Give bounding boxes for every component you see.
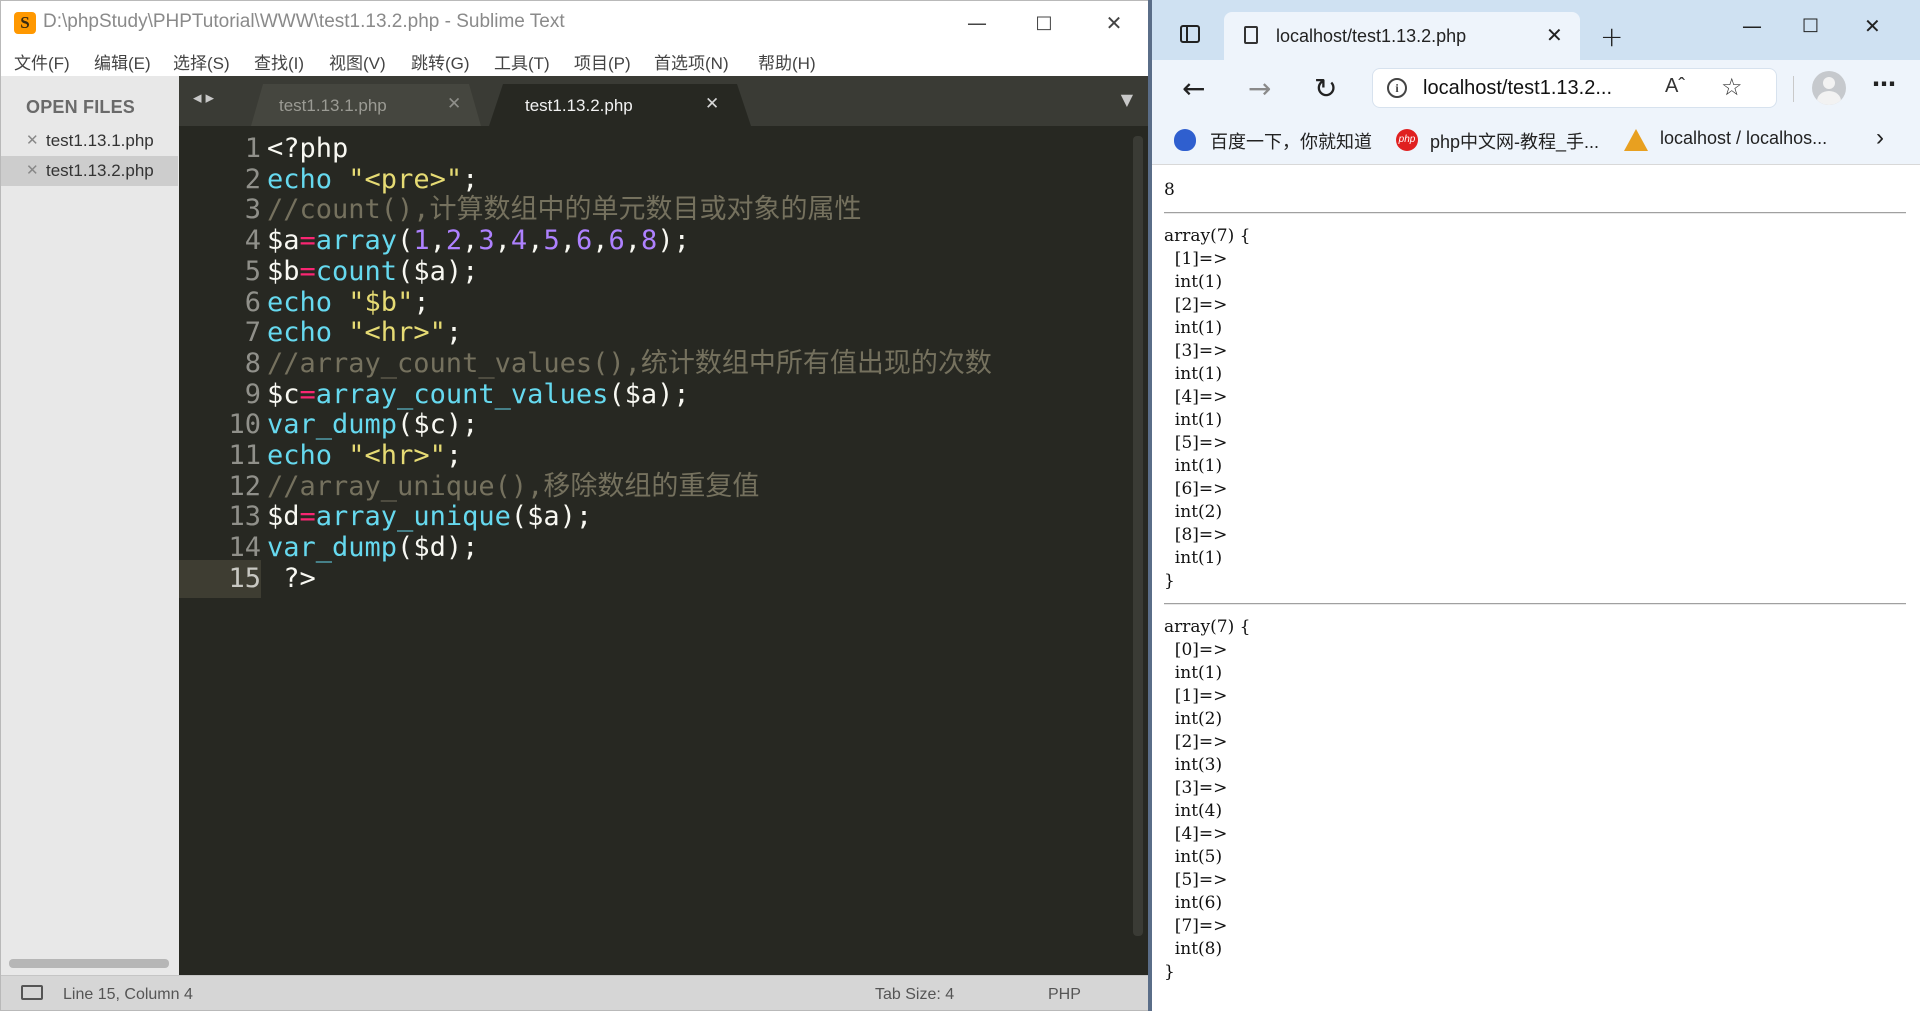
close-file-icon[interactable]: ✕ (26, 131, 39, 149)
profile-avatar[interactable] (1812, 71, 1846, 105)
menu-edit[interactable]: 编辑(E) (94, 49, 151, 74)
tab-actions-icon[interactable] (1180, 25, 1200, 43)
close-tab-icon[interactable]: ✕ (1546, 23, 1563, 47)
browser-tab-title: localhost/test1.13.2.php (1276, 26, 1467, 46)
browser-minimize-button[interactable]: — (1742, 14, 1762, 38)
url-text[interactable]: localhost/test1.13.2... (1423, 77, 1612, 100)
browser-close-button[interactable]: ✕ (1864, 14, 1881, 38)
menu-view[interactable]: 视图(V) (329, 49, 386, 74)
bookmark-php-cn[interactable]: php中文网-教程_手... (1430, 128, 1599, 154)
browser-tab[interactable]: localhost/test1.13.2.php ✕ (1224, 12, 1580, 60)
browser-tab-strip: localhost/test1.13.2.php ✕ + — □ ✕ (1152, 0, 1920, 60)
editor-pane: ◂▸ test1.13.1.php ✕ test1.13.2.php ✕ ▼ 1… (179, 76, 1150, 975)
sidebar-scrollbar[interactable] (9, 959, 169, 968)
more-menu-icon[interactable]: ⋯ (1872, 70, 1896, 98)
window-title: D:\phpStudy\PHPTutorial\WWW\test1.13.2.p… (43, 11, 565, 32)
browser-window: localhost/test1.13.2.php ✕ + — □ ✕ ← → ↻… (1152, 0, 1920, 1011)
tab-test1-13-1[interactable]: test1.13.1.php ✕ (251, 84, 481, 126)
open-files-heading: OPEN FILES (26, 97, 136, 117)
syntax-mode[interactable]: PHP (1048, 986, 1081, 1004)
minimize-button[interactable]: — (954, 7, 1000, 39)
php-cn-icon: php (1396, 129, 1418, 151)
tab-label: test1.13.1.php (279, 96, 387, 115)
menu-preferences[interactable]: 首选项(N) (654, 49, 729, 74)
var-dump-d: array(7) { [0]=> int(1) [1]=> int(2) [2]… (1164, 617, 1251, 982)
site-info-icon[interactable]: i (1387, 78, 1407, 98)
refresh-icon[interactable]: ↻ (1314, 72, 1337, 105)
tab-test1-13-2[interactable]: test1.13.2.php ✕ (489, 84, 751, 126)
menu-find[interactable]: 查找(I) (254, 49, 304, 74)
close-file-icon[interactable]: ✕ (26, 161, 39, 179)
baidu-icon (1174, 129, 1196, 151)
address-bar[interactable]: i localhost/test1.13.2... Aˆ ☆ (1372, 68, 1777, 108)
back-icon[interactable]: ← (1182, 72, 1205, 105)
menu-file[interactable]: 文件(F) (14, 49, 70, 74)
status-bar: Line 15, Column 4 Tab Size: 4 PHP (1, 975, 1150, 1010)
file-name: test1.13.2.php (46, 161, 154, 180)
editor-scrollbar[interactable] (1133, 136, 1143, 936)
sidebar-file-item[interactable]: ✕ test1.13.1.php (1, 126, 178, 156)
sublime-logo-icon: S (14, 12, 36, 34)
code-line[interactable]: ?> (267, 560, 316, 598)
maximize-button[interactable]: □ (1021, 7, 1067, 39)
horizontal-rule (1164, 603, 1906, 605)
count-output: 8 (1164, 180, 1175, 200)
page-icon (1244, 26, 1258, 44)
tab-label: test1.13.2.php (525, 96, 633, 115)
menu-goto[interactable]: 跳转(G) (411, 49, 470, 74)
add-favorite-icon[interactable]: ☆ (1721, 73, 1743, 101)
sublime-window: S D:\phpStudy\PHPTutorial\WWW\test1.13.2… (0, 0, 1151, 1011)
horizontal-rule (1164, 212, 1906, 214)
more-bookmarks-icon[interactable]: › (1876, 124, 1884, 152)
tab-nav-arrows-icon[interactable]: ◂▸ (193, 88, 218, 108)
tab-close-icon[interactable]: ✕ (447, 94, 461, 114)
new-tab-icon[interactable]: + (1600, 20, 1623, 53)
browser-maximize-button[interactable]: □ (1802, 14, 1819, 35)
menu-bar: 文件(F) 编辑(E) 选择(S) 查找(I) 视图(V) 跳转(G) 工具(T… (1, 45, 1150, 75)
file-name: test1.13.1.php (46, 131, 154, 150)
menu-help[interactable]: 帮助(H) (758, 49, 816, 74)
cursor-position: Line 15, Column 4 (63, 986, 193, 1003)
tab-list-dropdown-icon[interactable]: ▼ (1121, 90, 1133, 109)
phpmyadmin-icon (1624, 129, 1648, 151)
close-button[interactable]: ✕ (1091, 7, 1137, 39)
tab-size[interactable]: Tab Size: 4 (875, 986, 954, 1004)
bookmark-localhost[interactable]: localhost / localhos... (1660, 128, 1827, 149)
menu-selection[interactable]: 选择(S) (173, 49, 230, 74)
toolbar-separator (1793, 76, 1794, 102)
tab-close-icon[interactable]: ✕ (705, 94, 719, 114)
line-number: 15 (228, 562, 261, 594)
sidebar-file-item-active[interactable]: ✕ test1.13.2.php (1, 156, 178, 186)
console-toggle-icon[interactable] (21, 985, 43, 1000)
browser-toolbar: ← → ↻ i localhost/test1.13.2... Aˆ ☆ ⋯ (1152, 60, 1920, 116)
bookmarks-bar: 百度一下，你就知道 php php中文网-教程_手... localhost /… (1152, 116, 1920, 165)
page-content: 8 array(7) { [1]=> int(1) [2]=> int(1) [… (1152, 165, 1920, 1011)
var-dump-c: array(7) { [1]=> int(1) [2]=> int(1) [3]… (1164, 226, 1251, 591)
menu-project[interactable]: 项目(P) (574, 49, 631, 74)
sidebar: OPEN FILES ✕ test1.13.1.php ✕ test1.13.2… (1, 76, 180, 975)
title-bar: S D:\phpStudy\PHPTutorial\WWW\test1.13.2… (1, 1, 1150, 45)
read-aloud-icon[interactable]: Aˆ (1665, 75, 1685, 98)
menu-tools[interactable]: 工具(T) (494, 49, 550, 74)
forward-icon[interactable]: → (1248, 72, 1271, 105)
line-number-gutter: 1 2 3 4 5 6 7 8 9 10 11 12 13 14 15 (179, 126, 261, 975)
tab-bar: ◂▸ test1.13.1.php ✕ test1.13.2.php ✕ ▼ (179, 76, 1150, 126)
bookmark-baidu[interactable]: 百度一下，你就知道 (1210, 128, 1372, 154)
